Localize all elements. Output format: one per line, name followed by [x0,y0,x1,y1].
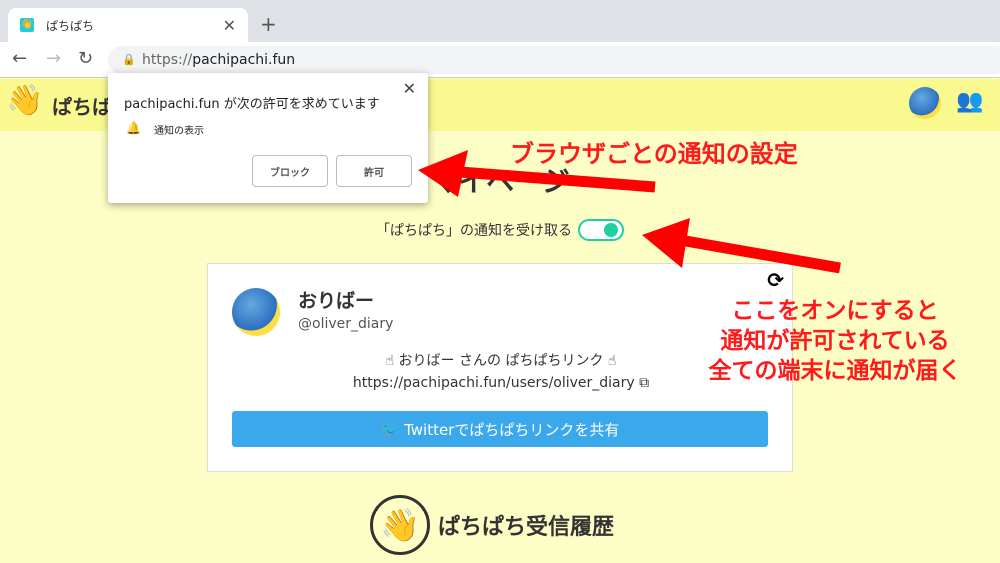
arrow-head [642,218,690,268]
arrow-head [418,150,468,197]
arrow-line [459,166,656,193]
annotation-arrows [418,150,841,274]
arrow-line [679,234,841,274]
